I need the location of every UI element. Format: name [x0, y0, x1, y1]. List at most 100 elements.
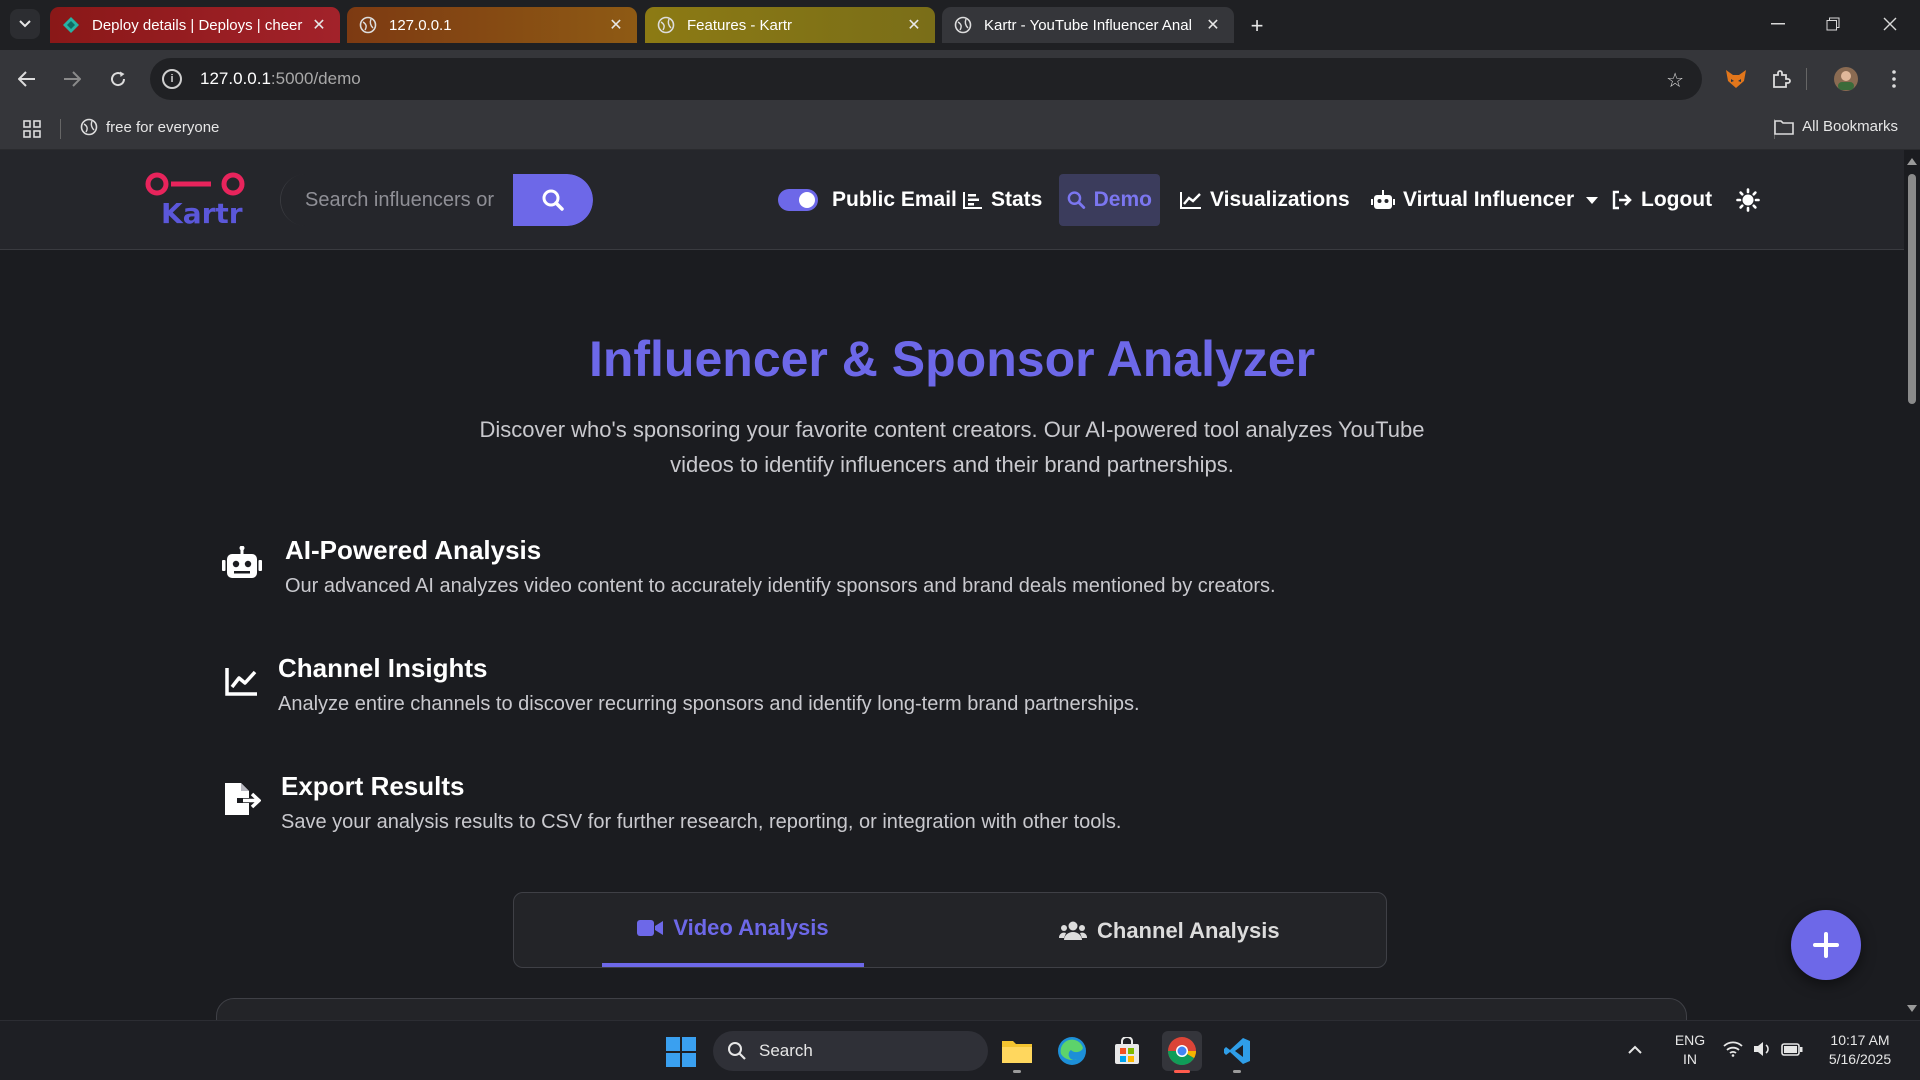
browser-tab-localhost[interactable]: 127.0.0.1 ✕ — [347, 7, 637, 43]
taskbar-search-label: Search — [759, 1041, 813, 1060]
apps-grid-icon[interactable] — [22, 119, 42, 143]
plus-icon — [1813, 932, 1839, 958]
video-camera-icon — [637, 920, 664, 936]
scroll-up-arrow-icon[interactable] — [1907, 158, 1917, 165]
profile-avatar[interactable] — [1832, 65, 1860, 93]
close-tab-icon[interactable]: ✕ — [1204, 16, 1222, 34]
nav-logout[interactable]: Logout — [1603, 174, 1720, 226]
logo-text: Kartr — [161, 197, 243, 230]
nav-virtual-influencer-label: Virtual Influencer — [1403, 188, 1575, 211]
web-page: Kartr Public Email Stats Demo Visualizat… — [0, 150, 1904, 1020]
file-export-icon — [220, 777, 264, 821]
region-code: IN — [1683, 1051, 1697, 1067]
all-bookmarks-button[interactable]: All Bookmarks — [1774, 118, 1898, 135]
close-tab-icon[interactable]: ✕ — [310, 16, 328, 34]
clock-date: 5/16/2025 — [1828, 1051, 1892, 1067]
influencer-search — [280, 174, 593, 226]
add-fab-button[interactable] — [1791, 910, 1861, 980]
app-navbar: Kartr Public Email Stats Demo Visualizat… — [0, 150, 1904, 250]
tab-title: Kartr - YouTube Influencer Anal — [984, 16, 1192, 34]
battery-icon — [1781, 1043, 1803, 1056]
browser-tab-kartr-active[interactable]: Kartr - YouTube Influencer Anal ✕ — [942, 7, 1234, 43]
forward-icon[interactable] — [58, 65, 86, 93]
file-explorer-icon[interactable] — [997, 1031, 1037, 1073]
scroll-thumb[interactable] — [1908, 174, 1916, 404]
globe-icon — [80, 118, 98, 136]
search-input[interactable] — [281, 174, 513, 226]
feature-description: Save your analysis results to CSV for fu… — [281, 811, 1122, 833]
chart-line-icon — [1180, 192, 1201, 209]
microsoft-store-icon[interactable] — [1107, 1031, 1147, 1071]
bookmarks-bar: free for everyone All Bookmarks — [0, 108, 1920, 150]
nav-stats-label: Stats — [991, 188, 1043, 211]
bookmark-label: free for everyone — [106, 118, 220, 136]
show-hidden-icons[interactable] — [1628, 1041, 1642, 1060]
nav-logout-label: Logout — [1641, 188, 1713, 211]
public-email-label: Public Email — [832, 188, 957, 211]
windows-start-icon[interactable] — [665, 1036, 697, 1068]
toolbar-divider — [1806, 68, 1807, 90]
minimize-icon[interactable] — [1758, 8, 1798, 40]
close-window-icon[interactable] — [1870, 8, 1910, 40]
address-bar[interactable]: i 127.0.0.1:5000/demo ☆ — [150, 58, 1702, 100]
edge-icon[interactable] — [1052, 1031, 1092, 1071]
all-bookmarks-label: All Bookmarks — [1802, 118, 1898, 135]
globe-icon — [359, 16, 377, 34]
bookmark-star-icon[interactable]: ☆ — [1666, 68, 1684, 93]
analysis-form-card — [216, 998, 1687, 1020]
tab-title: 127.0.0.1 — [389, 16, 452, 34]
url-text[interactable]: 127.0.0.1:5000/demo — [200, 69, 361, 89]
tab-video-analysis[interactable]: Video Analysis — [602, 893, 864, 967]
page-scrollbar[interactable] — [1904, 150, 1920, 1020]
search-icon — [1067, 191, 1086, 209]
globe-icon — [954, 16, 972, 34]
browser-toolbar: i 127.0.0.1:5000/demo ☆ — [0, 50, 1920, 108]
extension-fox-icon[interactable] — [1722, 65, 1750, 93]
clock[interactable]: 10:17 AM 5/16/2025 — [1822, 1031, 1898, 1069]
users-icon — [1059, 921, 1087, 940]
scroll-down-arrow-icon[interactable] — [1907, 1005, 1917, 1012]
taskbar-search[interactable]: Search — [713, 1031, 988, 1071]
tab-search-button[interactable] — [10, 9, 40, 39]
browser-menu-icon[interactable] — [1880, 65, 1908, 93]
feature-description: Analyze entire channels to discover recu… — [278, 693, 1140, 715]
nav-demo[interactable]: Demo — [1059, 174, 1160, 226]
new-tab-button[interactable]: + — [1243, 12, 1271, 40]
public-email-toggle[interactable]: Public Email — [770, 174, 965, 226]
chrome-icon[interactable] — [1162, 1031, 1202, 1073]
restore-icon[interactable] — [1813, 8, 1853, 40]
tab-channel-analysis-label: Channel Analysis — [1097, 918, 1280, 943]
kartr-logo[interactable]: Kartr — [143, 170, 253, 230]
theme-toggle[interactable] — [1728, 174, 1768, 226]
vscode-icon[interactable] — [1217, 1031, 1257, 1073]
close-tab-icon[interactable]: ✕ — [607, 16, 625, 34]
language-indicator[interactable]: ENG IN — [1672, 1031, 1708, 1069]
toggle-switch[interactable] — [778, 189, 818, 211]
search-icon — [542, 189, 564, 211]
feature-title: Channel Insights — [278, 653, 488, 683]
robot-icon — [220, 541, 264, 585]
nav-visualizations[interactable]: Visualizations — [1172, 174, 1358, 226]
nav-stats[interactable]: Stats — [955, 174, 1050, 226]
language-code: ENG — [1674, 1032, 1706, 1048]
browser-tab-deploy[interactable]: Deploy details | Deploys | cheer ✕ — [50, 7, 340, 43]
extensions-puzzle-icon[interactable] — [1767, 65, 1795, 93]
reload-icon[interactable] — [104, 65, 132, 93]
tab-video-analysis-label: Video Analysis — [673, 915, 829, 940]
close-tab-icon[interactable]: ✕ — [905, 16, 923, 34]
search-button[interactable] — [513, 174, 593, 226]
tab-channel-analysis[interactable]: Channel Analysis — [1059, 893, 1280, 969]
browser-tab-features[interactable]: Features - Kartr ✕ — [645, 7, 935, 43]
nav-demo-label: Demo — [1093, 188, 1152, 211]
system-tray-icons[interactable] — [1723, 1041, 1803, 1057]
feature-description: Our advanced AI analyzes video content t… — [285, 575, 1276, 597]
wifi-icon — [1723, 1041, 1743, 1057]
back-icon[interactable] — [13, 65, 41, 93]
windows-taskbar: Search ENG IN 10:17 AM 5/16/2025 — [0, 1020, 1920, 1080]
bookmark-free-for-everyone[interactable]: free for everyone — [80, 118, 219, 136]
nav-virtual-influencer-dropdown[interactable]: Virtual Influencer — [1363, 174, 1606, 226]
analysis-tabs: Video Analysis Channel Analysis — [513, 892, 1387, 968]
sun-icon — [1736, 188, 1760, 212]
site-info-icon[interactable]: i — [162, 69, 182, 89]
netlify-icon — [63, 17, 79, 33]
